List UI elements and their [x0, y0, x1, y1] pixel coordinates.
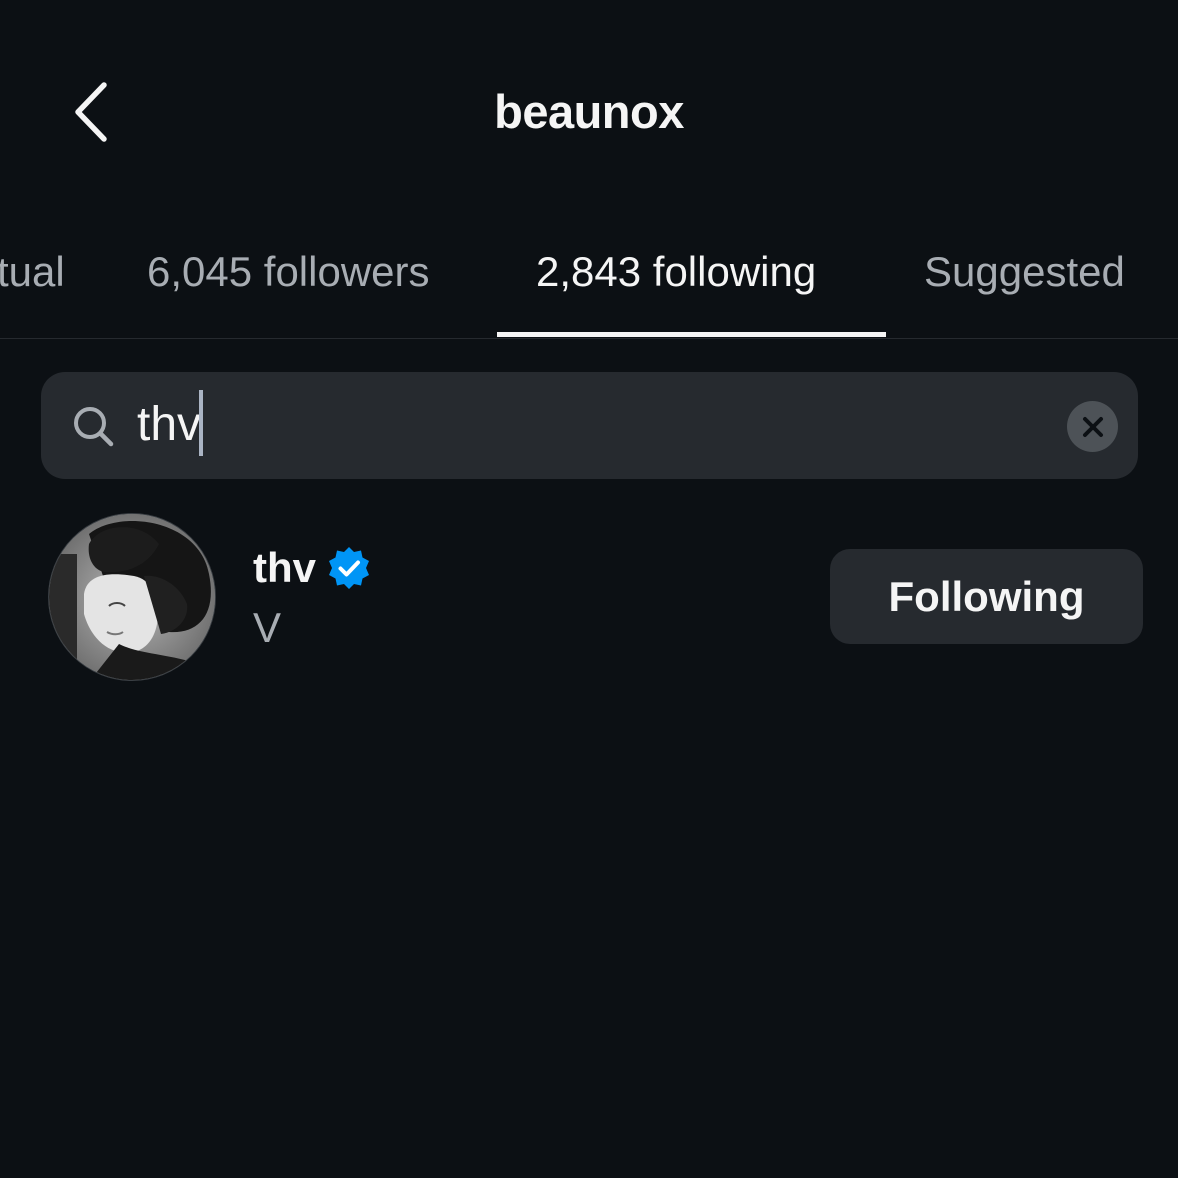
- full-name: V: [253, 604, 282, 651]
- tab-suggested[interactable]: Suggested: [924, 248, 1125, 296]
- tab-following[interactable]: 2,843 following: [536, 248, 816, 296]
- profile-photo: [49, 514, 215, 680]
- following-button[interactable]: Following: [830, 549, 1143, 644]
- verified-badge-icon: [329, 547, 369, 589]
- avatar[interactable]: [48, 513, 216, 681]
- search-bar[interactable]: thv: [41, 372, 1138, 479]
- clear-search-button[interactable]: [1067, 401, 1118, 452]
- search-icon: [74, 407, 114, 447]
- tab-bar: tual 6,045 followers 2,843 following Sug…: [0, 230, 1178, 339]
- tab-followers[interactable]: 6,045 followers: [147, 248, 430, 296]
- search-input[interactable]: thv: [137, 390, 204, 457]
- tab-mutual[interactable]: tual: [0, 248, 65, 296]
- username-line: thv: [253, 544, 371, 592]
- page-title: beaunox: [494, 85, 684, 138]
- list-item[interactable]: thv V Following: [0, 510, 1178, 685]
- username[interactable]: thv: [253, 544, 316, 592]
- top-bar: beaunox: [0, 0, 1178, 200]
- text-cursor: [199, 390, 204, 457]
- active-tab-indicator: [497, 332, 886, 337]
- search-input-text: thv: [137, 398, 202, 451]
- close-icon: [1082, 416, 1103, 437]
